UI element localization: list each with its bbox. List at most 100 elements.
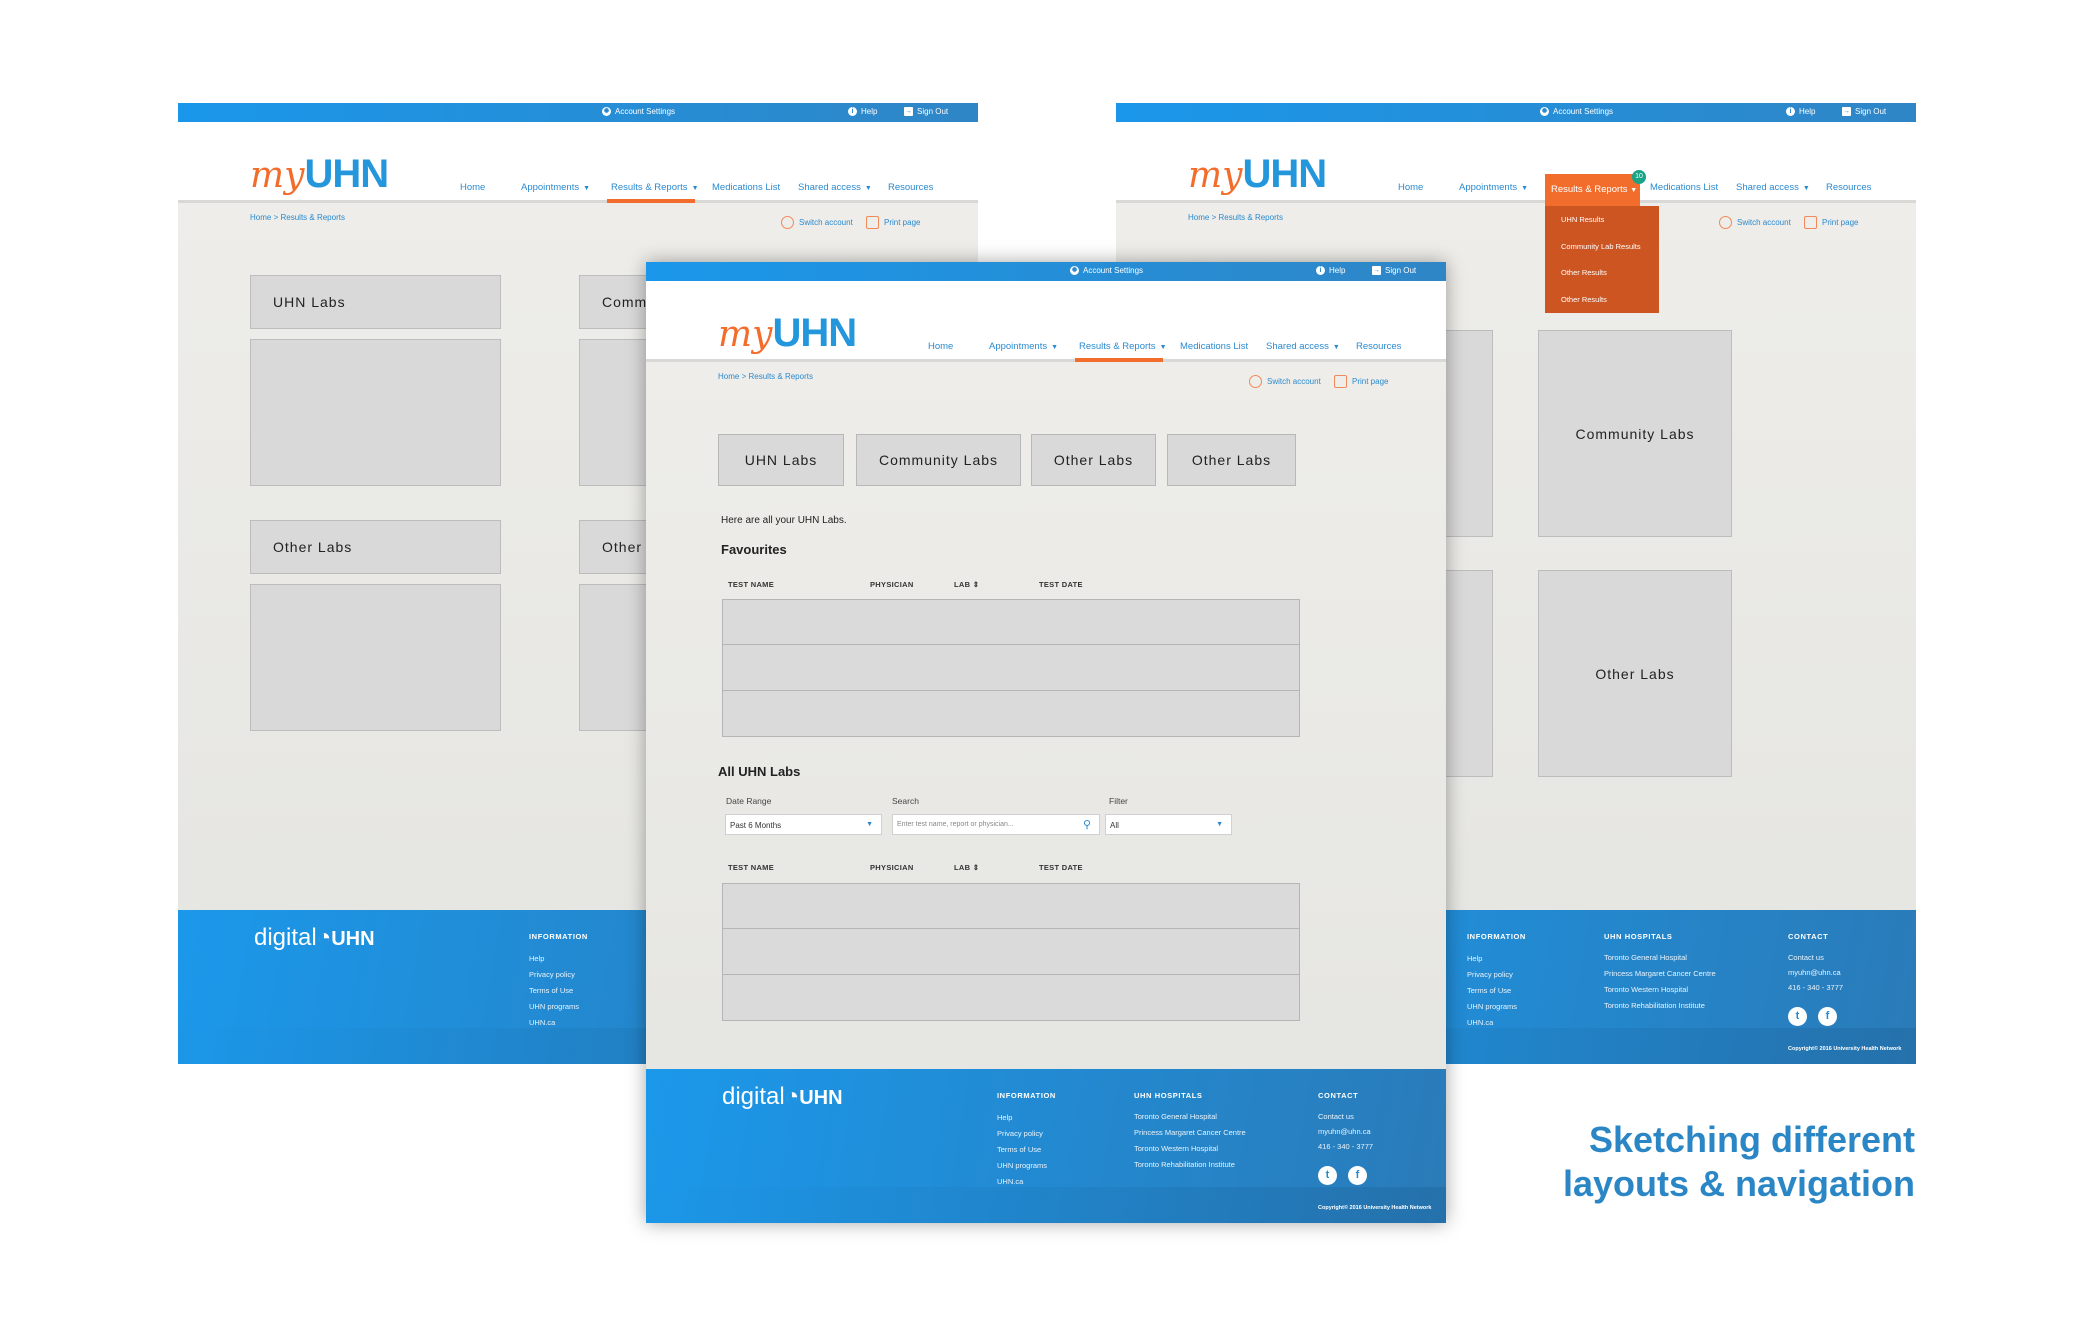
breadcrumb-home[interactable]: Home <box>1188 213 1209 222</box>
nav-appointments[interactable]: Appointments ▼ <box>521 182 590 193</box>
table-row[interactable] <box>722 691 1300 737</box>
footer-link[interactable]: UHN programs <box>997 1161 1047 1170</box>
table-row[interactable] <box>722 645 1300 691</box>
footer-link[interactable]: Toronto Western Hospital <box>1134 1144 1218 1153</box>
menu-item-uhn-results[interactable]: UHN Results <box>1545 206 1659 233</box>
switch-account-button[interactable]: Switch account <box>1249 375 1321 388</box>
switch-account-button[interactable]: Switch account <box>781 216 853 229</box>
facebook-icon[interactable]: f <box>1348 1166 1367 1185</box>
col-test-name[interactable]: TEST NAME <box>728 863 774 872</box>
footer-link[interactable]: Privacy policy <box>529 970 575 979</box>
footer-link[interactable]: Toronto Rehabilitation Institute <box>1604 1001 1705 1010</box>
tab-other-labs-2[interactable]: Other Labs <box>1167 434 1296 486</box>
nav-medications[interactable]: Medications List <box>1650 182 1718 193</box>
footer-link[interactable]: UHN programs <box>1467 1002 1517 1011</box>
uhn-labs-header[interactable]: UHN Labs <box>250 275 501 329</box>
twitter-icon[interactable]: t <box>1318 1166 1337 1185</box>
tab-other-labs[interactable]: Other Labs <box>1031 434 1156 486</box>
breadcrumb-home[interactable]: Home <box>250 213 271 222</box>
search-input[interactable]: Enter test name, report or physician... ⚲ <box>892 814 1100 835</box>
footer-link[interactable]: Princess Margaret Cancer Centre <box>1604 969 1716 978</box>
print-page-button[interactable]: Print page <box>866 216 920 229</box>
nav-resources[interactable]: Resources <box>1826 182 1871 193</box>
footer-link[interactable]: UHN.ca <box>1467 1018 1493 1027</box>
table-row[interactable] <box>722 929 1300 975</box>
col-physician[interactable]: PHYSICIAN <box>870 580 914 589</box>
footer-link[interactable]: UHN.ca <box>997 1177 1023 1186</box>
other-labs-header[interactable]: Other Labs <box>250 520 501 574</box>
myuhn-logo[interactable]: myUHN <box>1188 152 1327 198</box>
date-range-select[interactable]: Past 6 Months ▼ <box>725 814 882 835</box>
footer-link[interactable]: Princess Margaret Cancer Centre <box>1134 1128 1246 1137</box>
nav-medications[interactable]: Medications List <box>1180 341 1248 352</box>
breadcrumb-current[interactable]: Results & Reports <box>748 372 812 381</box>
footer-link[interactable]: UHN programs <box>529 1002 579 1011</box>
footer-link[interactable]: Help <box>997 1113 1012 1122</box>
footer-link[interactable]: Toronto Western Hospital <box>1604 985 1688 994</box>
nav-shared-access[interactable]: Shared access ▼ <box>1736 182 1810 193</box>
footer-email[interactable]: myuhn@uhn.ca <box>1788 968 1841 977</box>
sign-out-link[interactable]: → Sign Out <box>1842 107 1886 116</box>
search-icon[interactable]: ⚲ <box>1083 818 1091 831</box>
nav-medications[interactable]: Medications List <box>712 182 780 193</box>
nav-appointments[interactable]: Appointments ▼ <box>1459 182 1528 193</box>
print-page-button[interactable]: Print page <box>1334 375 1388 388</box>
print-page-button[interactable]: Print page <box>1804 216 1858 229</box>
footer-link[interactable]: Terms of Use <box>529 986 573 995</box>
col-lab-sortable[interactable]: LAB ⇕ <box>954 863 979 872</box>
col-test-date[interactable]: TEST DATE <box>1039 863 1083 872</box>
nav-resources[interactable]: Resources <box>1356 341 1401 352</box>
footer-link[interactable]: Terms of Use <box>1467 986 1511 995</box>
col-physician[interactable]: PHYSICIAN <box>870 863 914 872</box>
myuhn-logo[interactable]: myUHN <box>718 311 857 357</box>
footer-link[interactable]: Terms of Use <box>997 1145 1041 1154</box>
account-settings-link[interactable]: ✹ Account Settings <box>1070 266 1143 275</box>
account-settings-link[interactable]: ✹ Account Settings <box>602 107 675 116</box>
footer-link[interactable]: Privacy policy <box>997 1129 1043 1138</box>
breadcrumb-current[interactable]: Results & Reports <box>1218 213 1282 222</box>
table-row[interactable] <box>722 975 1300 1021</box>
twitter-icon[interactable]: t <box>1788 1007 1807 1026</box>
other-labs-card[interactable]: Other Labs <box>1538 570 1732 777</box>
account-settings-link[interactable]: ✹ Account Settings <box>1540 107 1613 116</box>
tab-uhn-labs[interactable]: UHN Labs <box>718 434 844 486</box>
tab-community-labs[interactable]: Community Labs <box>856 434 1021 486</box>
menu-item-community-lab-results[interactable]: Community Lab Results <box>1545 233 1659 260</box>
sign-out-link[interactable]: → Sign Out <box>1372 266 1416 275</box>
nav-home[interactable]: Home <box>460 182 485 193</box>
nav-results-reports[interactable]: Results & Reports ▼ <box>1079 341 1167 352</box>
menu-item-other-results[interactable]: Other Results <box>1545 286 1659 313</box>
footer-link[interactable]: UHN.ca <box>529 1018 555 1027</box>
footer-link[interactable]: Contact us <box>1788 953 1824 962</box>
community-labs-card[interactable]: Community Labs <box>1538 330 1732 537</box>
footer-link[interactable]: Toronto General Hospital <box>1604 953 1687 962</box>
footer-link[interactable]: Privacy policy <box>1467 970 1513 979</box>
breadcrumb-current[interactable]: Results & Reports <box>280 213 344 222</box>
table-row[interactable] <box>722 599 1300 645</box>
nav-results-reports[interactable]: Results & Reports ▼ <box>611 182 699 193</box>
filter-select[interactable]: All ▼ <box>1105 814 1232 835</box>
switch-account-button[interactable]: Switch account <box>1719 216 1791 229</box>
nav-results-reports-open[interactable]: Results & Reports ▼ <box>1545 174 1640 206</box>
help-link[interactable]: i Help <box>848 107 877 116</box>
help-link[interactable]: i Help <box>1786 107 1815 116</box>
myuhn-logo[interactable]: myUHN <box>250 152 389 198</box>
footer-link[interactable]: Contact us <box>1318 1112 1354 1121</box>
nav-shared-access[interactable]: Shared access ▼ <box>1266 341 1340 352</box>
nav-home[interactable]: Home <box>928 341 953 352</box>
nav-resources[interactable]: Resources <box>888 182 933 193</box>
col-test-date[interactable]: TEST DATE <box>1039 580 1083 589</box>
nav-appointments[interactable]: Appointments ▼ <box>989 341 1058 352</box>
nav-shared-access[interactable]: Shared access ▼ <box>798 182 872 193</box>
footer-link[interactable]: Toronto General Hospital <box>1134 1112 1217 1121</box>
footer-link[interactable]: Help <box>529 954 544 963</box>
table-row[interactable] <box>722 883 1300 929</box>
facebook-icon[interactable]: f <box>1818 1007 1837 1026</box>
footer-link[interactable]: Help <box>1467 954 1482 963</box>
menu-item-other-results[interactable]: Other Results <box>1545 259 1659 286</box>
sign-out-link[interactable]: → Sign Out <box>904 107 948 116</box>
col-lab-sortable[interactable]: LAB ⇕ <box>954 580 979 589</box>
breadcrumb-home[interactable]: Home <box>718 372 739 381</box>
footer-email[interactable]: myuhn@uhn.ca <box>1318 1127 1371 1136</box>
nav-home[interactable]: Home <box>1398 182 1423 193</box>
